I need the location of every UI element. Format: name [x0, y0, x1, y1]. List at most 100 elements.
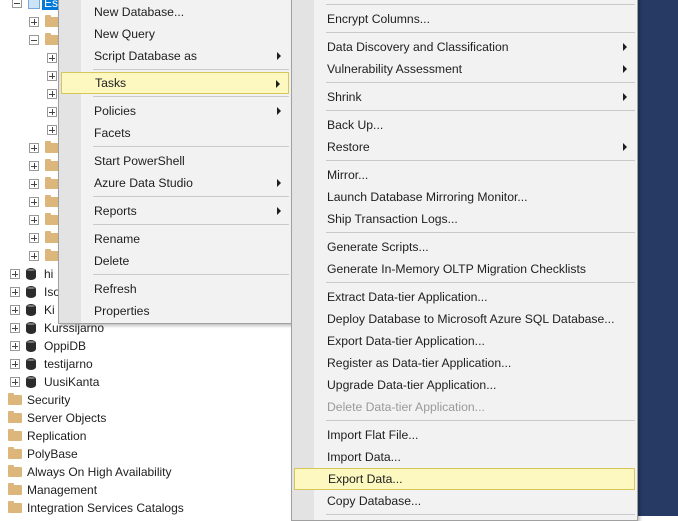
menu-item-ship-transaction-logs[interactable]: Ship Transaction Logs...: [294, 208, 635, 230]
expand-icon[interactable]: [10, 341, 20, 351]
expand-icon[interactable]: [29, 233, 39, 243]
submenu-arrow-icon: [623, 65, 627, 73]
menu-item-data-discovery[interactable]: Data Discovery and Classification: [294, 36, 635, 58]
tree-node-folder[interactable]: Integration Services Catalogs: [8, 499, 184, 517]
menu-item-mirror[interactable]: Mirror...: [294, 164, 635, 186]
submenu-arrow-icon: [277, 52, 281, 60]
collapse-icon[interactable]: [29, 35, 39, 45]
tree-node-database[interactable]: Ki: [10, 301, 55, 319]
tree-node-folder[interactable]: Server Objects: [8, 409, 106, 427]
menu-separator: [93, 196, 289, 197]
menu-item-encrypt-columns[interactable]: Encrypt Columns...: [294, 8, 635, 30]
expand-icon[interactable]: [10, 305, 20, 315]
menu-item-delete-data-tier: Delete Data-tier Application...: [327, 400, 485, 414]
expand-icon[interactable]: [29, 179, 39, 189]
tree-node-folder[interactable]: Replication: [8, 427, 86, 445]
folder-icon: [45, 141, 59, 153]
collapse-icon[interactable]: [12, 0, 22, 8]
menu-item-policies[interactable]: Policies: [61, 100, 289, 122]
menu-separator: [326, 420, 635, 421]
menu-item-new-query[interactable]: New Query: [61, 23, 289, 45]
menu-separator: [326, 110, 635, 111]
database-context-menu: New Database... New Query Script Databas…: [58, 0, 292, 324]
menu-item-start-powershell[interactable]: Start PowerShell: [61, 150, 289, 172]
tree-node-database[interactable]: hi: [10, 265, 53, 283]
menu-item-deploy-to-azure[interactable]: Deploy Database to Microsoft Azure SQL D…: [294, 308, 635, 330]
expand-icon[interactable]: [29, 197, 39, 207]
folder-label: Replication: [27, 429, 87, 443]
expand-icon[interactable]: [29, 17, 39, 27]
tree-node-folder[interactable]: Security: [8, 391, 70, 409]
menu-item-facets[interactable]: Facets: [61, 122, 289, 144]
menu-item-rename[interactable]: Rename: [61, 228, 289, 250]
expand-icon[interactable]: [10, 359, 20, 369]
tree-node-database[interactable]: testijarno: [10, 355, 93, 373]
database-icon: [28, 0, 40, 9]
expand-icon[interactable]: [29, 143, 39, 153]
database-icon: [26, 304, 36, 316]
menu-item-new-database[interactable]: New Database...: [61, 1, 289, 23]
menu-item-script-database-as[interactable]: Script Database as: [61, 45, 289, 67]
expand-icon[interactable]: [10, 269, 20, 279]
expand-icon[interactable]: [10, 377, 20, 387]
expand-icon[interactable]: [47, 71, 57, 81]
database-label: UusiKanta: [44, 375, 100, 389]
menu-item-copy-database[interactable]: Copy Database...: [294, 490, 635, 512]
tree-node-folder[interactable]: Management: [8, 481, 97, 499]
folder-icon: [8, 411, 22, 423]
expand-icon[interactable]: [47, 107, 57, 117]
folder-icon: [8, 447, 22, 459]
expand-icon[interactable]: [29, 215, 39, 225]
menu-item-export-data[interactable]: Export Data...: [294, 468, 635, 490]
expand-icon[interactable]: [29, 161, 39, 171]
menu-item-shrink[interactable]: Shrink: [294, 86, 635, 108]
menu-item-delete[interactable]: Delete: [61, 250, 289, 272]
database-icon: [26, 286, 36, 298]
menu-item-reports[interactable]: Reports: [61, 200, 289, 222]
folder-icon: [45, 33, 59, 45]
tree-node-selected-db[interactable]: Es: [12, 0, 61, 12]
menu-item-import-data[interactable]: Import Data...: [294, 446, 635, 468]
tree-node-folder[interactable]: PolyBase: [8, 445, 78, 463]
menu-item-refresh[interactable]: Refresh: [61, 278, 289, 300]
expand-icon[interactable]: [29, 251, 39, 261]
menu-item-upgrade-data-tier[interactable]: Upgrade Data-tier Application...: [294, 374, 635, 396]
menu-item-azure-data-studio[interactable]: Azure Data Studio: [61, 172, 289, 194]
menu-item-export-data-tier[interactable]: Export Data-tier Application...: [294, 330, 635, 352]
expand-icon[interactable]: [10, 287, 20, 297]
expand-icon[interactable]: [47, 53, 57, 63]
menu-item-generate-scripts[interactable]: Generate Scripts...: [294, 236, 635, 258]
menu-separator: [93, 69, 289, 70]
tree-node-folder[interactable]: Always On High Availability: [8, 463, 172, 481]
menu-separator: [326, 32, 635, 33]
menu-item-import-flat-file[interactable]: Import Flat File...: [294, 424, 635, 446]
submenu-arrow-icon: [623, 93, 627, 101]
menu-item-extract-data-tier[interactable]: Extract Data-tier Application...: [294, 286, 635, 308]
menu-item-back-up[interactable]: Back Up...: [294, 114, 635, 136]
tree-node-database[interactable]: UusiKanta: [10, 373, 99, 391]
expand-icon[interactable]: [47, 125, 57, 135]
expand-icon[interactable]: [10, 323, 20, 333]
folder-label: Server Objects: [27, 411, 107, 425]
folder-label: Management: [27, 483, 98, 497]
database-icon: [26, 268, 36, 280]
menu-item-restore[interactable]: Restore: [294, 136, 635, 158]
folder-icon: [45, 249, 59, 261]
menu-item-register-data-tier[interactable]: Register as Data-tier Application...: [294, 352, 635, 374]
menu-item-vulnerability-assessment[interactable]: Vulnerability Assessment: [294, 58, 635, 80]
menu-separator: [93, 274, 289, 275]
expand-icon[interactable]: [47, 89, 57, 99]
menu-item-tasks[interactable]: Tasks: [61, 72, 289, 94]
tasks-submenu: Encrypt Columns... Data Discovery and Cl…: [291, 0, 638, 521]
menu-item-oltp-migration-checklists[interactable]: Generate In-Memory OLTP Migration Checkl…: [294, 258, 635, 280]
tree-node-database[interactable]: Iso: [10, 283, 60, 301]
submenu-arrow-icon: [623, 43, 627, 51]
menu-item-launch-mirroring-monitor[interactable]: Launch Database Mirroring Monitor...: [294, 186, 635, 208]
folder-label: Always On High Availability: [27, 465, 172, 479]
database-icon: [26, 340, 36, 352]
menu-separator: [326, 282, 635, 283]
folder-icon: [45, 177, 59, 189]
submenu-arrow-icon: [277, 107, 281, 115]
menu-item-properties[interactable]: Properties: [61, 300, 289, 322]
tree-node-database[interactable]: OppiDB: [10, 337, 86, 355]
